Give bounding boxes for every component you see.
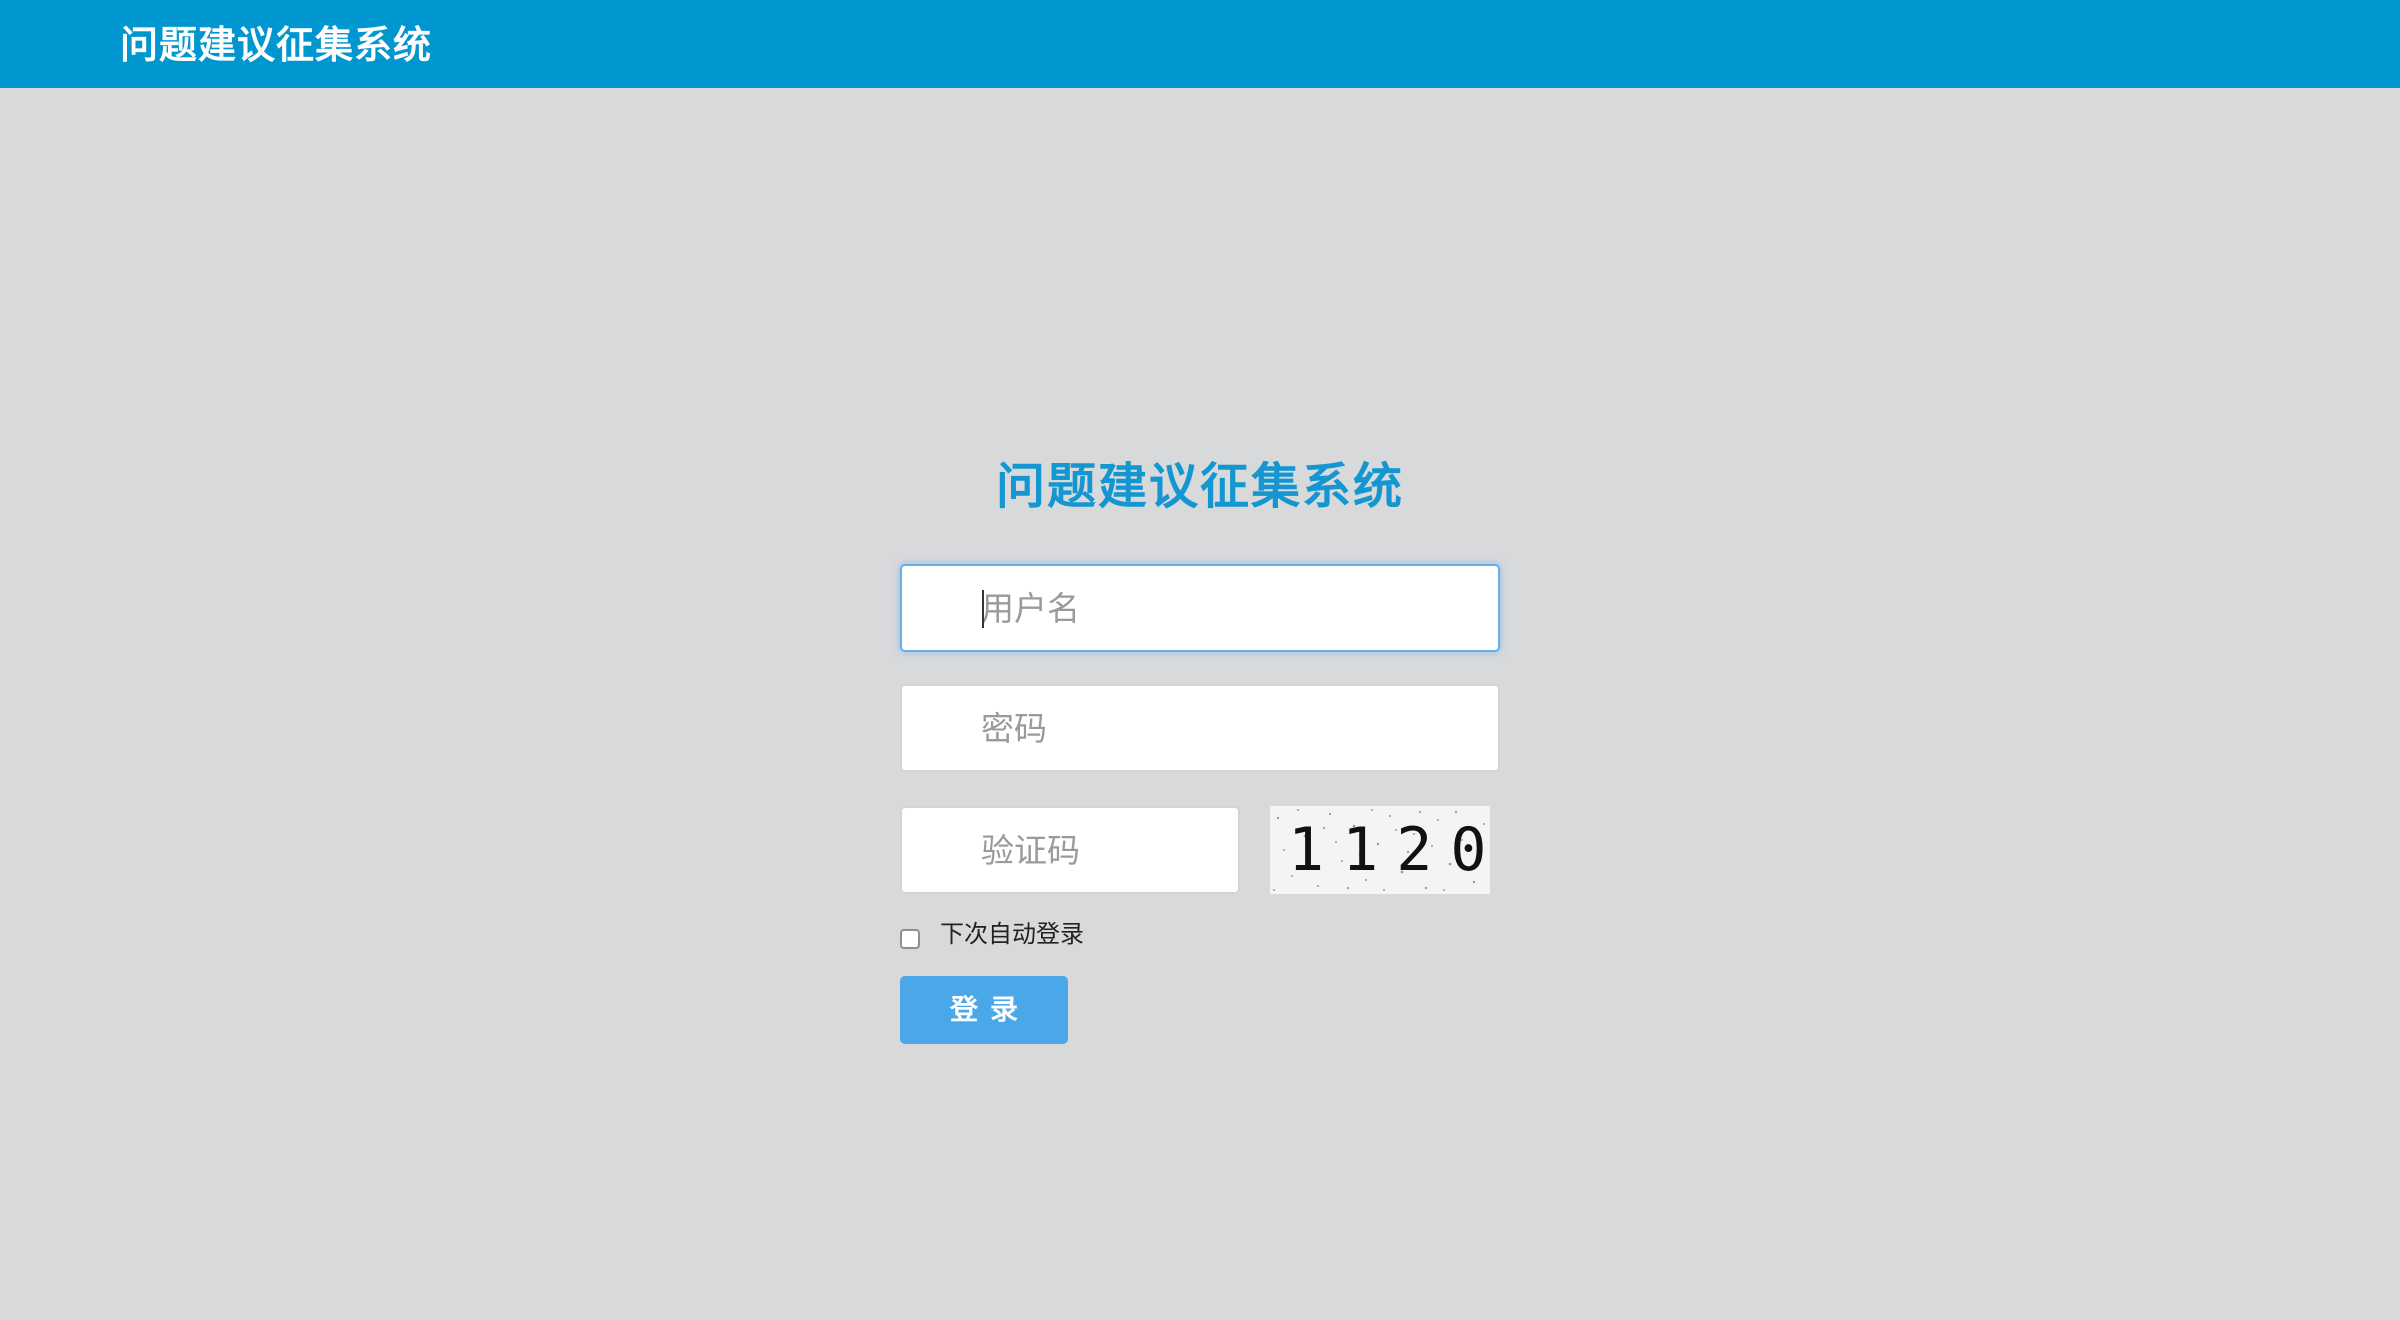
top-header-bar: 问题建议征集系统 [0,0,2400,88]
password-field[interactable] [900,684,1500,772]
captcha-input[interactable] [902,808,1238,892]
header-title: 问题建议征集系统 [120,23,433,67]
captcha-image-text: 1120 [1288,815,1490,885]
login-button[interactable]: 登录 [900,976,1068,1044]
captcha-field[interactable] [900,806,1240,894]
remember-me-label[interactable]: 下次自动登录 [940,914,1084,954]
text-cursor [982,590,984,628]
username-field[interactable] [900,564,1500,652]
remember-me-row: 下次自动登录 [900,914,1084,954]
username-input[interactable] [902,566,1498,650]
login-title: 问题建议征集系统 [995,458,1404,515]
captcha-image[interactable]: 1120 [1270,806,1490,894]
password-input[interactable] [902,686,1498,770]
remember-me-checkbox[interactable] [900,929,920,949]
